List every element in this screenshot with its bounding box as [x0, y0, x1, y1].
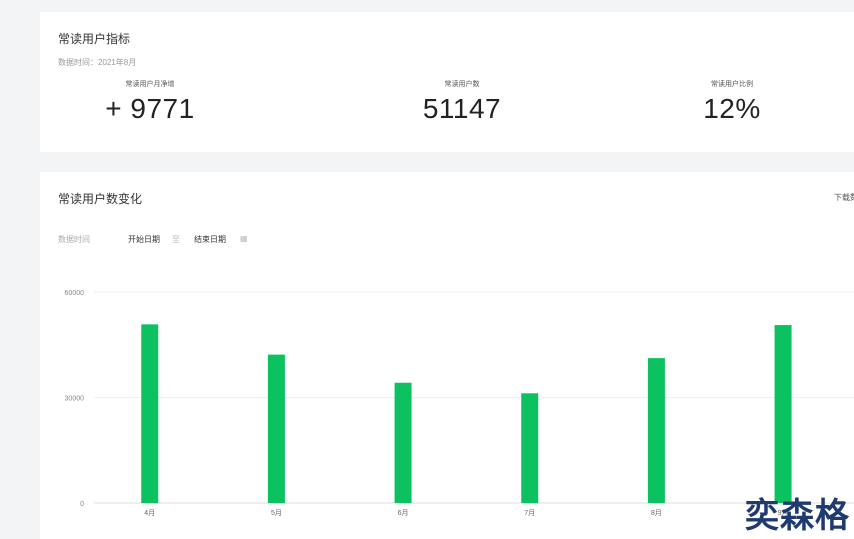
bar-7月 [521, 393, 539, 503]
metric-net-increase: 常读用户月净增 + 9771 [70, 80, 230, 126]
x-tick-label: 7月 [524, 509, 535, 517]
bar-chart: 030000600004月 5月 6月 7月 8月 9月 [65, 290, 854, 517]
metric-value: 51147 [422, 93, 502, 124]
bar-4月 [141, 324, 159, 503]
bar-8月 [647, 358, 665, 503]
bar-9月 [774, 325, 792, 503]
y-tick-label: 60000 [65, 290, 85, 297]
metrics-card-title: 常读用户指标 [58, 32, 131, 46]
metrics-data-time: 数据时间：2021年8月 [58, 58, 137, 67]
y-tick-label: 30000 [65, 396, 85, 403]
metric-label: 常读用户月净增 [125, 81, 175, 88]
metric-label: 常读用户数 [444, 81, 480, 88]
watermark-logo: 奕森格 [745, 496, 850, 536]
metric-value: 12% [703, 93, 761, 124]
page: 常读用户指标 数据时间：2021年8月 常读用户月净增 + 9771 常读用户数… [0, 0, 854, 539]
x-tick-label: 8月 [651, 509, 662, 517]
bar-5月 [267, 354, 285, 503]
x-tick-label: 6月 [398, 509, 409, 517]
metric-value: + 9771 [105, 93, 195, 124]
metric-label: 常读用户比例 [711, 81, 753, 88]
y-tick-label: 0 [80, 501, 84, 508]
chart-card: 常读用户数变化 下载数据 数据时间 开始日期 至 结束日期 ▦ 03000060… [40, 172, 854, 539]
x-tick-label: 5月 [271, 509, 282, 517]
metric-user-count: 常读用户数 51147 [382, 80, 542, 126]
metrics-card: 常读用户指标 数据时间：2021年8月 常读用户月净增 + 9771 常读用户数… [40, 12, 854, 152]
metric-user-ratio: 常读用户比例 12% [652, 80, 812, 126]
bar-6月 [394, 382, 412, 503]
x-tick-label: 4月 [144, 509, 155, 517]
